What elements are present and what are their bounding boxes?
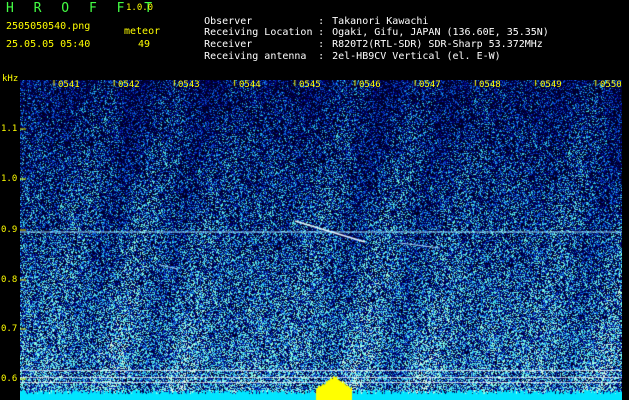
file-name: 2505050540.png [6, 21, 91, 32]
info-value: 2el-HB9CV Vertical (el. E-W) [332, 51, 501, 62]
x-tick-label: 0542 [118, 80, 140, 90]
y-tick-label: 1.1 [1, 124, 18, 134]
capture-datetime: 25.05.05 05:40 [6, 39, 91, 50]
y-tick-label: 1.0 [1, 174, 18, 184]
x-tick-label: 0543 [178, 80, 200, 90]
mode-label: meteor [124, 26, 161, 37]
x-tick-label: 0548 [479, 80, 501, 90]
y-tick-label: 0.7 [1, 324, 18, 334]
info-row-antenna: Receiving antenna:2el-HB9CV Vertical (el… [180, 40, 501, 73]
x-tick-label: 0541 [58, 80, 80, 90]
info-separator: : [318, 51, 325, 62]
x-tick-label: 0549 [540, 80, 562, 90]
x-tick-label: 0545 [299, 80, 321, 90]
app-version: 1.0.0 [126, 3, 154, 13]
y-tick-label: 0.9 [1, 225, 18, 235]
hrofft-window: H R O F F T 1.0.0 2505050540.png meteor … [0, 0, 629, 400]
x-tick-label: 0546 [359, 80, 381, 90]
spectrogram [20, 80, 622, 400]
x-tick-label: 0544 [239, 80, 261, 90]
y-axis-unit: kHz [2, 74, 19, 84]
x-tick-label: 0547 [419, 80, 441, 90]
y-tick-label: 0.6 [1, 374, 18, 384]
meteor-count: 49 [138, 39, 151, 50]
y-tick-label: 0.8 [1, 275, 18, 285]
info-label: Receiving antenna [204, 51, 307, 62]
x-tick-label: 0550 [600, 80, 622, 90]
